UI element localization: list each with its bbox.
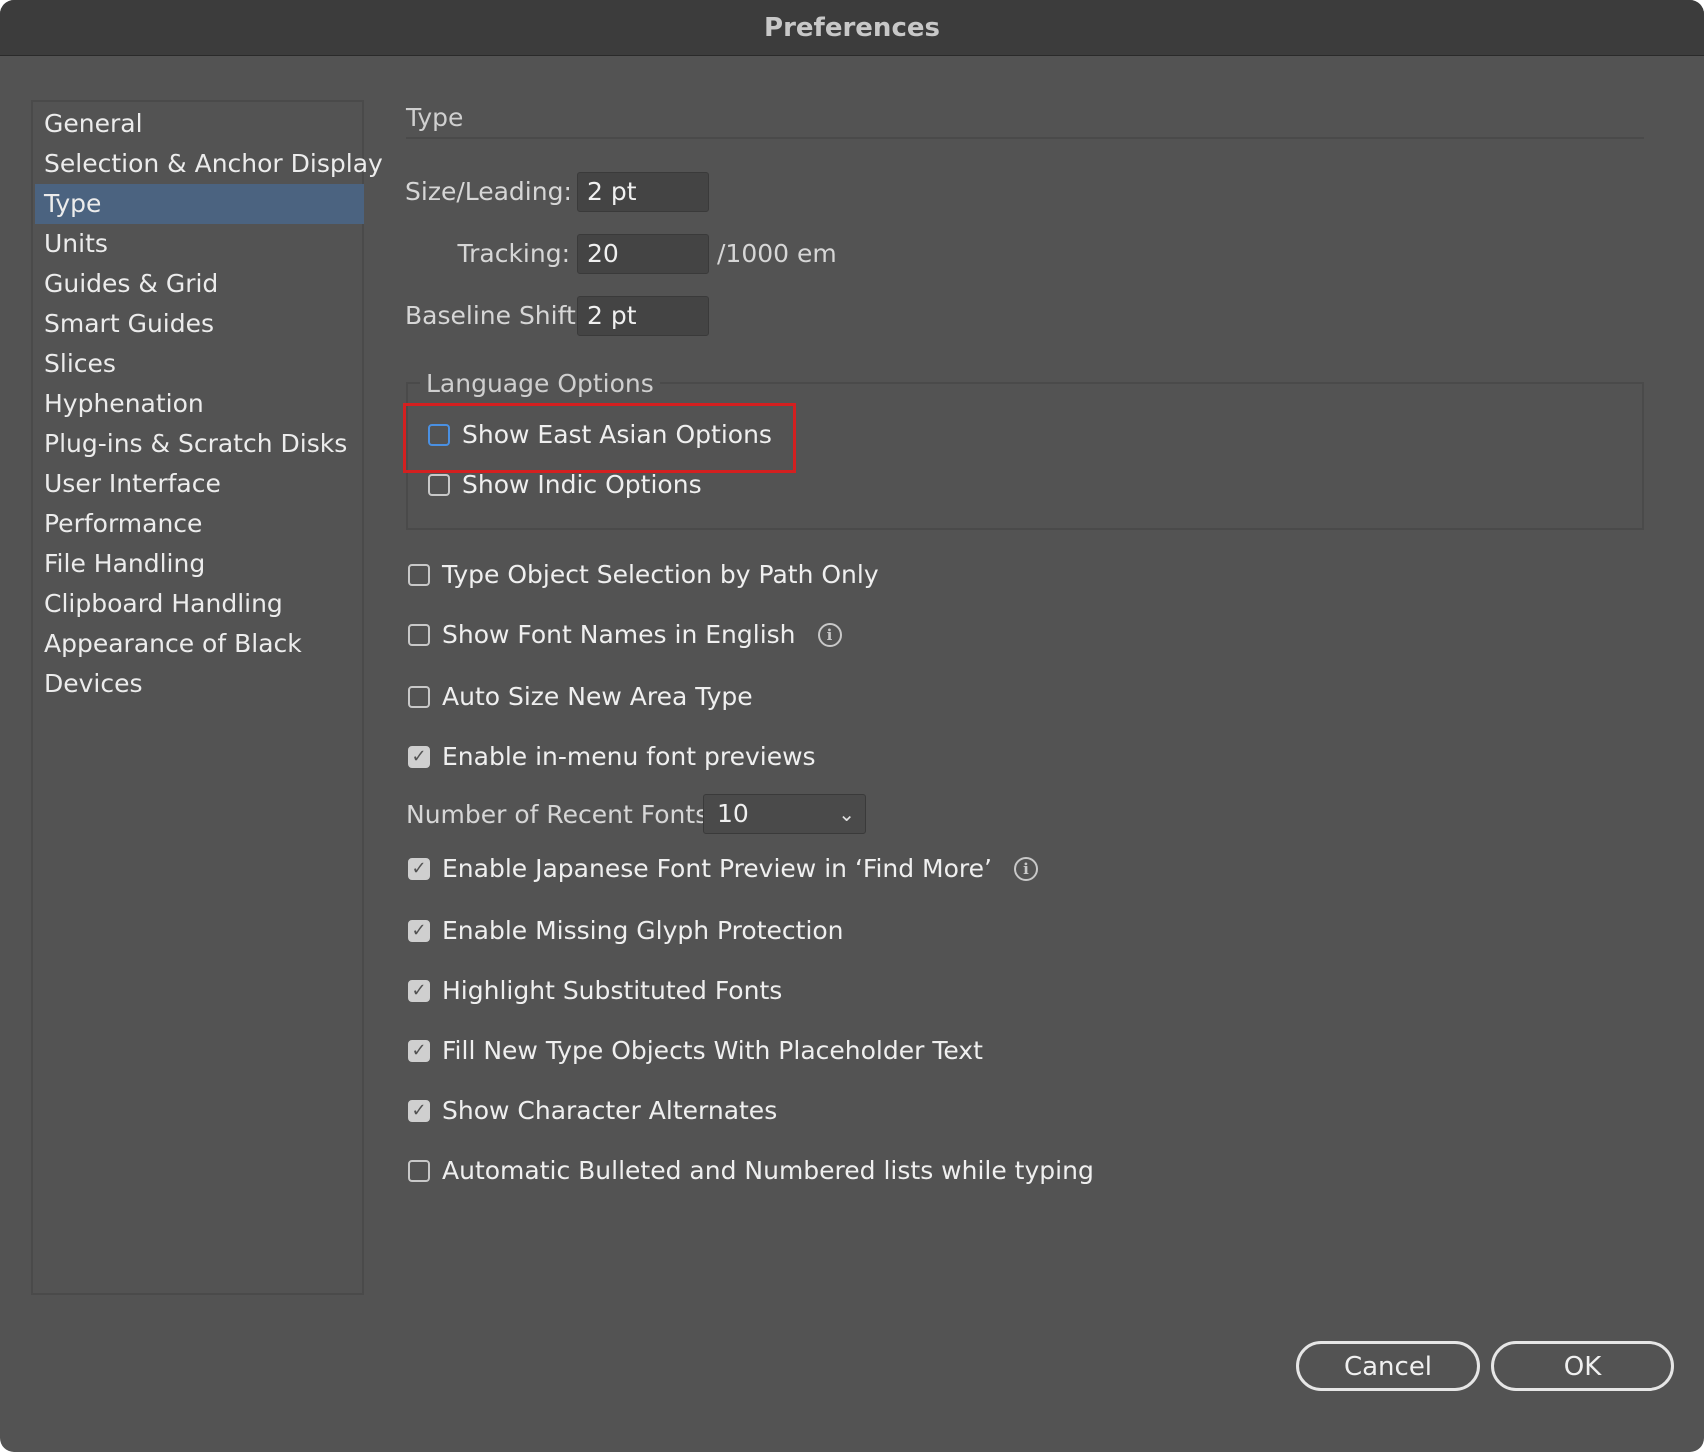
placeholder-text-checkbox[interactable]: ✓ Fill New Type Objects With Placeholder… <box>408 1034 983 1068</box>
auto-size-area-type-checkbox[interactable]: Auto Size New Area Type <box>408 680 753 714</box>
checkbox-box[interactable] <box>408 1160 430 1182</box>
checkbox-label: Show Font Names in English <box>442 620 796 649</box>
checkmark-icon[interactable]: ✓ <box>408 1040 430 1062</box>
highlight-substituted-checkbox[interactable]: ✓ Highlight Substituted Fonts <box>408 974 782 1008</box>
section-title: Type <box>406 103 464 132</box>
window-title: Preferences <box>764 12 940 43</box>
auto-lists-checkbox[interactable]: Automatic Bulleted and Numbered lists wh… <box>408 1154 1094 1188</box>
baseline-shift-label: Baseline Shift: <box>405 301 585 330</box>
sidebar-item-plugins-scratch-disks[interactable]: Plug-ins & Scratch Disks <box>35 424 364 464</box>
checkbox-label: Fill New Type Objects With Placeholder T… <box>442 1036 983 1065</box>
checkbox-label: Automatic Bulleted and Numbered lists wh… <box>442 1156 1094 1185</box>
preferences-dialog: Preferences General Selection & Anchor D… <box>0 0 1704 1452</box>
font-names-english-checkbox[interactable]: Show Font Names in English i <box>408 618 842 652</box>
section-divider <box>406 137 1644 139</box>
checkbox-label: Type Object Selection by Path Only <box>442 560 879 589</box>
sidebar-item-appearance-of-black[interactable]: Appearance of Black <box>35 624 364 664</box>
missing-glyph-checkbox[interactable]: ✓ Enable Missing Glyph Protection <box>408 914 844 948</box>
language-options-title: Language Options <box>420 369 660 399</box>
checkmark-icon[interactable]: ✓ <box>408 980 430 1002</box>
sidebar-item-file-handling[interactable]: File Handling <box>35 544 364 584</box>
sidebar-item-devices[interactable]: Devices <box>35 664 364 704</box>
checkbox-label: Enable Japanese Font Preview in ‘Find Mo… <box>442 854 992 883</box>
checkbox-box[interactable] <box>408 686 430 708</box>
chevron-down-icon: ⌄ <box>838 802 855 826</box>
checkmark-icon[interactable]: ✓ <box>408 1100 430 1122</box>
title-bar: Preferences <box>0 0 1704 56</box>
sidebar-item-hyphenation[interactable]: Hyphenation <box>35 384 364 424</box>
checkbox-label: Show Indic Options <box>462 470 702 499</box>
sidebar-item-type[interactable]: Type <box>35 184 364 224</box>
ok-button[interactable]: OK <box>1491 1341 1674 1391</box>
info-icon[interactable]: i <box>817 623 842 647</box>
show-indic-options-checkbox[interactable]: Show Indic Options <box>428 468 702 502</box>
show-east-asian-options-checkbox[interactable]: Show East Asian Options <box>428 418 772 452</box>
recent-fonts-dropdown[interactable]: 10 ⌄ <box>703 794 866 834</box>
sidebar-item-slices[interactable]: Slices <box>35 344 364 384</box>
checkbox-label: Enable Missing Glyph Protection <box>442 916 844 945</box>
baseline-shift-input[interactable]: 2 pt <box>577 296 709 336</box>
category-list: General Selection & Anchor Display Type … <box>31 100 383 1295</box>
sidebar-item-user-interface[interactable]: User Interface <box>35 464 364 504</box>
sidebar-item-selection-anchor-display[interactable]: Selection & Anchor Display <box>35 144 383 184</box>
size-leading-label: Size/Leading: <box>405 177 572 206</box>
checkbox-box[interactable] <box>428 474 450 496</box>
sidebar-item-guides-grid[interactable]: Guides & Grid <box>35 264 364 304</box>
sidebar-item-general[interactable]: General <box>35 104 364 144</box>
checkmark-icon[interactable]: ✓ <box>408 746 430 768</box>
sidebar-item-units[interactable]: Units <box>35 224 364 264</box>
sidebar-item-clipboard-handling[interactable]: Clipboard Handling <box>35 584 364 624</box>
tracking-label: Tracking: <box>457 239 571 268</box>
recent-fonts-value: 10 <box>717 799 749 828</box>
checkbox-label: Show East Asian Options <box>462 420 772 449</box>
checkbox-label: Show Character Alternates <box>442 1096 778 1125</box>
checkmark-icon[interactable]: ✓ <box>408 858 430 880</box>
sidebar-item-performance[interactable]: Performance <box>35 504 364 544</box>
tracking-unit: /1000 em <box>717 239 837 268</box>
cancel-button[interactable]: Cancel <box>1296 1341 1480 1391</box>
checkbox-box[interactable] <box>408 564 430 586</box>
sidebar-item-smart-guides[interactable]: Smart Guides <box>35 304 364 344</box>
type-object-selection-checkbox[interactable]: Type Object Selection by Path Only <box>408 558 879 592</box>
info-icon[interactable]: i <box>1013 857 1038 881</box>
checkbox-label: Highlight Substituted Fonts <box>442 976 783 1005</box>
language-options-group <box>406 382 1644 530</box>
checkbox-box[interactable] <box>428 424 450 446</box>
checkbox-box[interactable] <box>408 624 430 646</box>
tracking-input[interactable]: 20 <box>577 234 709 274</box>
character-alternates-checkbox[interactable]: ✓ Show Character Alternates <box>408 1094 777 1128</box>
checkmark-icon[interactable]: ✓ <box>408 920 430 942</box>
checkbox-label: Enable in-menu font previews <box>442 742 816 771</box>
in-menu-previews-checkbox[interactable]: ✓ Enable in-menu font previews <box>408 740 816 774</box>
japanese-preview-checkbox[interactable]: ✓ Enable Japanese Font Preview in ‘Find … <box>408 852 1038 886</box>
size-leading-input[interactable]: 2 pt <box>577 172 709 212</box>
checkbox-label: Auto Size New Area Type <box>442 682 753 711</box>
recent-fonts-label: Number of Recent Fonts: <box>406 800 717 829</box>
